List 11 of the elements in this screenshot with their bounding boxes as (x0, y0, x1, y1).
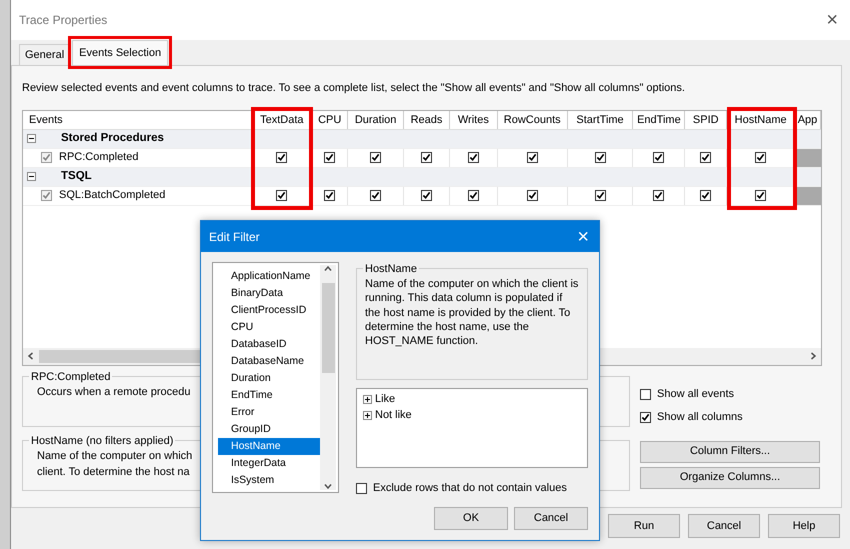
category-label: Stored Procedures (61, 130, 164, 146)
description-text: Occurs when a remote procedu (37, 384, 190, 400)
description-text: Name of the computer on which (37, 448, 192, 464)
window-title: Trace Properties (19, 12, 108, 29)
event-label: SQL:BatchCompleted (59, 188, 166, 204)
dialog-title: Edit Filter (209, 228, 260, 246)
category-label: TSQL (61, 168, 92, 184)
instruction-text: Review selected events and event columns to trace. To see a complete list, select the "Show all events" and "Show all columns" options. (22, 81, 686, 96)
event-label: RPC:Completed (59, 150, 138, 166)
description-text: client. To determine the host na (37, 465, 190, 480)
description-text: Name of the computer on which the client is running. This data column is populated if the host name is provided by the client. To determine the host name, use the HOST_NAME function. (365, 277, 579, 348)
